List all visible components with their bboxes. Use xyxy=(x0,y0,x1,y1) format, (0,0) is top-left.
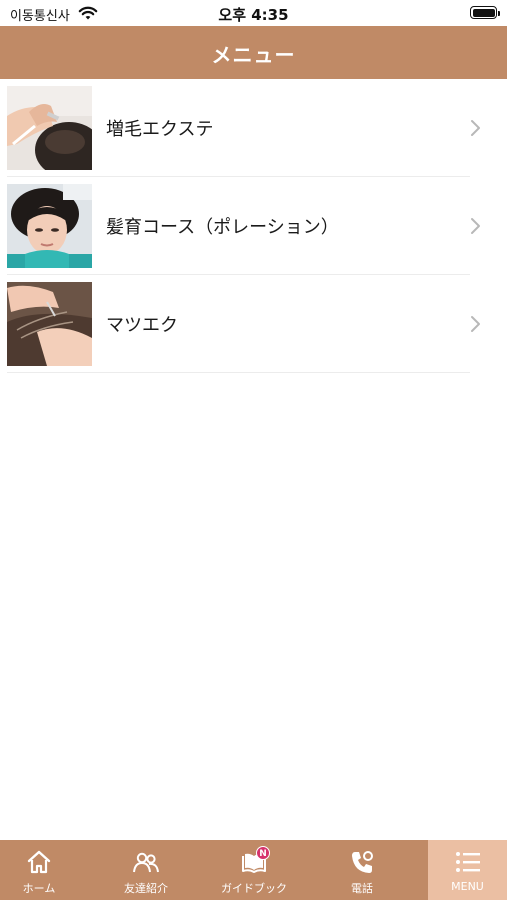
tab-label: ホーム xyxy=(22,882,56,895)
chevron-right-icon xyxy=(471,218,480,234)
menu-list: 増毛エクステ 髪育コース（ポレーション） マツエク xyxy=(0,79,507,373)
tab-phone[interactable]: 電話 xyxy=(322,840,402,900)
eyelash-thumbnail xyxy=(7,282,92,366)
chevron-right-icon xyxy=(471,120,480,136)
menu-item-hair-extension[interactable]: 増毛エクステ xyxy=(0,79,507,177)
home-icon xyxy=(27,850,51,874)
phone-icon xyxy=(352,851,373,873)
status-bar: 이동통신사 오후 4:35 xyxy=(0,0,507,26)
menu-item-label: 髪育コース（ポレーション） xyxy=(106,217,339,238)
tab-label: ガイドブック xyxy=(221,882,287,895)
tab-menu[interactable]: MENU xyxy=(428,840,507,900)
tab-label: MENU xyxy=(451,880,484,893)
tab-label: 電話 xyxy=(351,882,373,895)
tab-bar: ホーム 友達紹介 ガイドブック 電話 MENU xyxy=(0,840,507,900)
hair-extension-thumbnail xyxy=(7,86,92,170)
menu-list-icon xyxy=(455,852,480,872)
hair-growth-thumbnail xyxy=(7,184,92,268)
menu-item-label: マツエク xyxy=(106,315,178,336)
tab-guidebook[interactable]: ガイドブック xyxy=(212,840,296,900)
page-title: メニュー xyxy=(211,43,296,67)
notification-badge: N xyxy=(256,846,270,860)
divider xyxy=(7,372,470,373)
tab-friend-referral[interactable]: 友達紹介 xyxy=(106,840,186,900)
chevron-right-icon xyxy=(471,316,480,332)
friends-icon xyxy=(133,852,159,873)
status-time: 오후 4:35 xyxy=(218,6,289,24)
tab-label: 友達紹介 xyxy=(124,882,168,895)
menu-item-eyelash-extension[interactable]: マツエク xyxy=(0,275,507,373)
nav-header: メニュー xyxy=(0,26,507,79)
battery-icon xyxy=(470,6,500,19)
tab-home[interactable]: ホーム xyxy=(0,840,78,900)
menu-item-hair-growth-course[interactable]: 髪育コース（ポレーション） xyxy=(0,177,507,275)
menu-item-label: 増毛エクステ xyxy=(106,119,214,140)
